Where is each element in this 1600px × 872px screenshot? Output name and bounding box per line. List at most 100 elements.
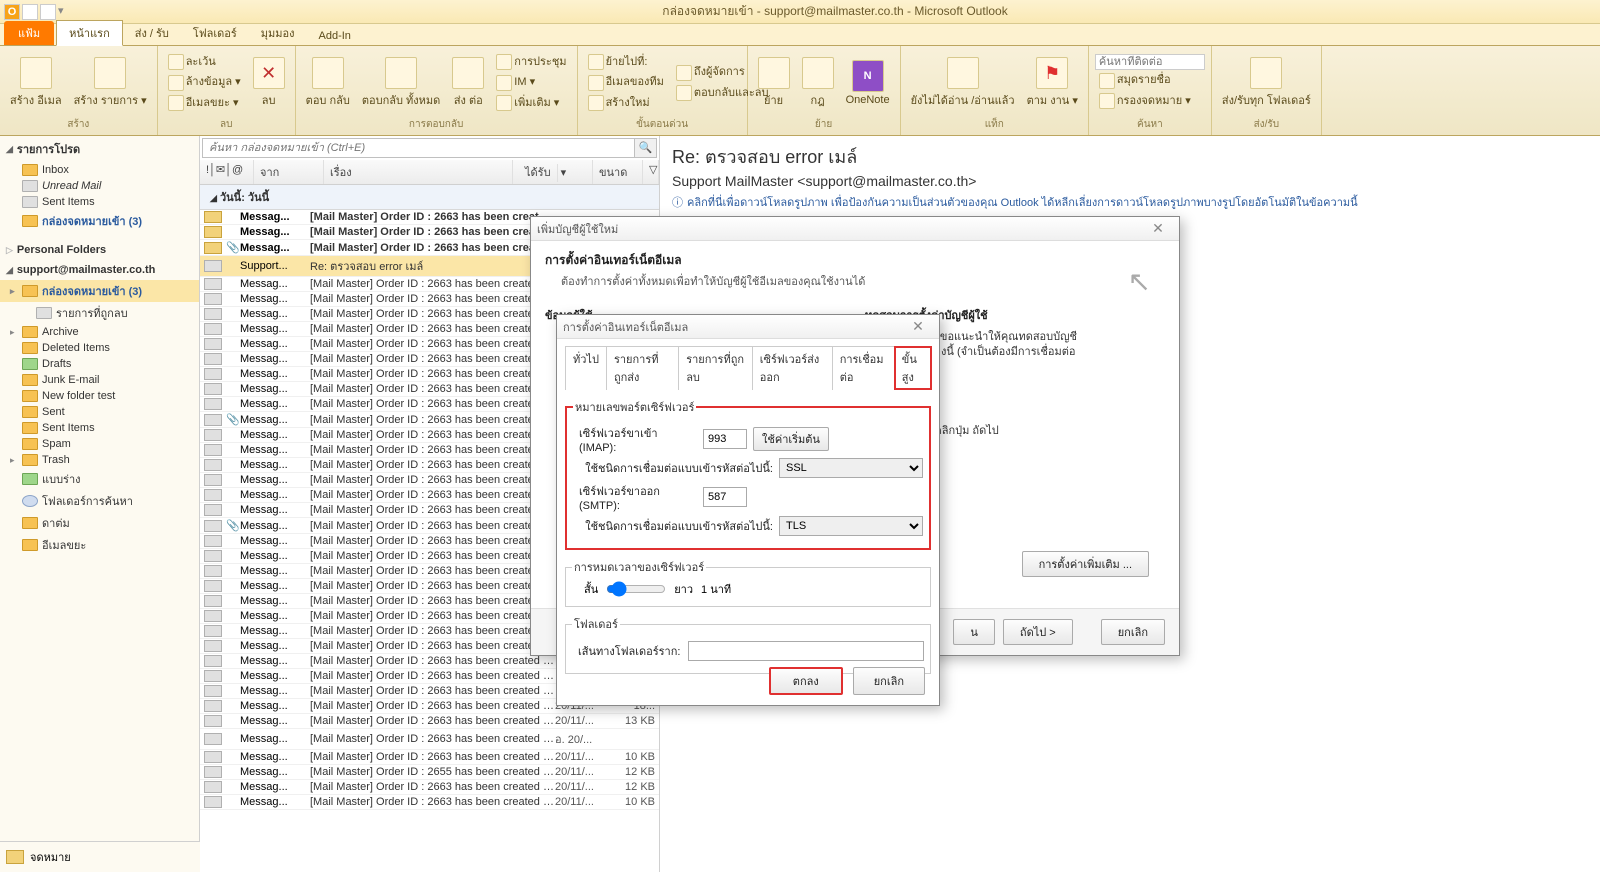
quickstep-new[interactable]: สร้างใหม่ xyxy=(584,93,668,113)
delete-button[interactable]: ✕ลบ xyxy=(249,55,289,111)
followup-button[interactable]: ⚑ตาม งาน ▾ xyxy=(1023,55,1082,111)
msg-from: Messag... xyxy=(240,429,310,441)
onenote-button[interactable]: NOneNote xyxy=(842,58,894,108)
undo-icon[interactable] xyxy=(40,4,56,20)
close-icon[interactable]: ✕ xyxy=(1143,220,1173,237)
tree-item[interactable]: อีเมลขยะ xyxy=(0,534,199,556)
replyall-icon xyxy=(385,57,417,89)
new-items-button[interactable]: สร้าง รายการ ▾ xyxy=(70,55,151,111)
next-button[interactable]: ถัดไป > xyxy=(1003,619,1073,645)
timeout-slider[interactable] xyxy=(606,581,666,597)
personal-folders-header[interactable]: ▷Personal Folders xyxy=(0,240,199,260)
message-row[interactable]: Messag...[Mail Master] Order ID : 2663 h… xyxy=(200,750,659,765)
col-size[interactable]: ขนาด xyxy=(593,160,643,184)
rules-button[interactable]: กฎ xyxy=(798,55,838,111)
cancel-button[interactable]: ยกเลิก xyxy=(1101,619,1165,645)
tab-connection[interactable]: การเชื่อมต่อ xyxy=(832,346,895,390)
col-from[interactable]: จาก xyxy=(254,160,324,184)
fav-item[interactable]: Inbox xyxy=(0,162,199,178)
favorites-header[interactable]: ◢รายการโปรด xyxy=(0,136,199,162)
message-row[interactable]: Messag...[Mail Master] Order ID : 2663 h… xyxy=(200,729,659,750)
tree-item[interactable]: ▸Archive xyxy=(0,324,199,340)
tab-folder[interactable]: โฟลเดอร์ xyxy=(181,21,249,45)
tree-item[interactable]: Deleted Items xyxy=(0,340,199,356)
addressbook-button[interactable]: สมุดรายชื่อ xyxy=(1095,70,1205,90)
file-tab[interactable]: แฟ้ม xyxy=(4,21,54,45)
filter-button[interactable]: กรองจดหมาย ▾ xyxy=(1095,91,1205,111)
use-defaults-button[interactable]: ใช้ค่าเริ่มต้น xyxy=(753,427,829,451)
fav-item[interactable]: Unread Mail xyxy=(0,178,199,194)
account-header[interactable]: ◢support@mailmaster.co.th xyxy=(0,260,199,280)
folder-icon xyxy=(22,285,38,297)
tab-addin[interactable]: Add-In xyxy=(307,27,363,45)
smtp-encryption-select[interactable]: TLS xyxy=(779,516,923,536)
tab-view[interactable]: มุมมอง xyxy=(249,21,307,45)
find-contact-input[interactable] xyxy=(1095,54,1205,70)
root-folder-input[interactable] xyxy=(688,641,924,661)
tab-general[interactable]: ทั่วไป xyxy=(565,346,607,390)
fav-item[interactable]: Sent Items xyxy=(0,194,199,210)
col-flag[interactable]: ▽ xyxy=(643,160,659,184)
tree-item[interactable]: รายการที่ถูกลบ xyxy=(0,302,199,324)
new-email-button[interactable]: สร้าง อีเมล xyxy=(6,55,66,111)
tab-sent[interactable]: รายการที่ถูกส่ง xyxy=(606,346,679,390)
unread-button[interactable]: ยังไม่ได้อ่าน /อ่านแล้ว xyxy=(907,55,1019,111)
junk-button[interactable]: อีเมลขยะ ▾ xyxy=(164,93,245,113)
envelope-icon xyxy=(204,242,222,254)
tab-outgoing[interactable]: เซิร์ฟเวอร์ส่งออก xyxy=(752,346,833,390)
quickstep-moveto[interactable]: ย้ายไปที่: xyxy=(584,52,668,72)
tree-item[interactable]: โฟลเดอร์การค้นหา xyxy=(0,490,199,512)
tab-deleted[interactable]: รายการที่ถูกลบ xyxy=(678,346,753,390)
tree-item[interactable]: Sent xyxy=(0,404,199,420)
col-subject[interactable]: เรื่อง xyxy=(324,160,513,184)
fav-item[interactable]: กล่องจดหมายเข้า (3) xyxy=(0,210,199,232)
save-icon[interactable] xyxy=(22,4,38,20)
im-button[interactable]: IM ▾ xyxy=(492,72,570,92)
more-button[interactable]: เพิ่มเติม ▾ xyxy=(492,93,570,113)
msg-from: Messag... xyxy=(240,535,310,547)
smtp-port-input[interactable] xyxy=(703,487,747,507)
tab-home[interactable]: หน้าแรก xyxy=(56,20,123,46)
message-row[interactable]: Messag...[Mail Master] Order ID : 2663 h… xyxy=(200,795,659,810)
tree-item[interactable]: Sent Items xyxy=(0,420,199,436)
tab-advanced[interactable]: ขั้นสูง xyxy=(894,346,932,390)
tree-item[interactable]: Junk E-mail xyxy=(0,372,199,388)
message-row[interactable]: Messag...[Mail Master] Order ID : 2655 h… xyxy=(200,765,659,780)
col-icon[interactable]: !│✉│@ xyxy=(200,160,254,184)
nav-mail-button[interactable]: จดหมาย xyxy=(0,841,200,872)
replyall-button[interactable]: ตอบกลับ ทั้งหมด xyxy=(358,55,444,111)
more-settings-button[interactable]: การตั้งค่าเพิ่มเติม ... xyxy=(1022,551,1149,577)
forward-button[interactable]: ส่ง ต่อ xyxy=(448,55,488,111)
message-row[interactable]: Messag...[Mail Master] Order ID : 2663 h… xyxy=(200,714,659,729)
tree-item[interactable]: ▸Trash xyxy=(0,452,199,468)
message-row[interactable]: Messag...[Mail Master] Order ID : 2663 h… xyxy=(200,780,659,795)
imap-port-input[interactable] xyxy=(703,429,747,449)
search-icon[interactable]: 🔍 xyxy=(634,139,656,157)
reply-button[interactable]: ตอบ กลับ xyxy=(302,55,354,111)
meeting-button[interactable]: การประชุม xyxy=(492,52,570,72)
cancel-button-2[interactable]: ยกเลิก xyxy=(853,667,925,695)
quickstep-tomgr[interactable]: อีเมลของทีม xyxy=(584,72,668,92)
sendrecv-all-button[interactable]: ส่ง/รับทุก โฟลเดอร์ xyxy=(1218,55,1315,111)
qat-dropdown-icon[interactable]: ▾ xyxy=(58,4,74,20)
ok-button[interactable]: ตกลง xyxy=(769,667,843,695)
tree-item[interactable]: แบบร่าง xyxy=(0,468,199,490)
msg-from: Messag... xyxy=(240,353,310,365)
tree-item[interactable]: ดาต่ม xyxy=(0,512,199,534)
msg-from: Messag... xyxy=(240,595,310,607)
close-icon[interactable]: ✕ xyxy=(903,318,933,335)
tab-sendrecv[interactable]: ส่ง / รับ xyxy=(123,21,181,45)
search-input[interactable] xyxy=(203,139,634,157)
move-button[interactable]: ย้าย xyxy=(754,55,794,111)
tree-item[interactable]: New folder test xyxy=(0,388,199,404)
ignore-button[interactable]: ละเว้น xyxy=(164,52,245,72)
tree-item[interactable]: Spam xyxy=(0,436,199,452)
back-button[interactable]: น xyxy=(953,619,995,645)
funnel-icon xyxy=(1099,93,1115,109)
tree-item[interactable]: Drafts xyxy=(0,356,199,372)
imap-encryption-select[interactable]: SSL xyxy=(779,458,923,478)
date-group-today[interactable]: ◢ วันนี้: วันนี้ xyxy=(200,185,659,210)
tree-item[interactable]: ▸กล่องจดหมายเข้า (3) xyxy=(0,280,199,302)
blocked-images-bar[interactable]: ⓘ คลิกที่นี่เพื่อดาวน์โหลดรูปภาพ เพื่อป้… xyxy=(672,193,1588,211)
cleanup-button[interactable]: ล้างข้อมูล ▾ xyxy=(164,72,245,92)
